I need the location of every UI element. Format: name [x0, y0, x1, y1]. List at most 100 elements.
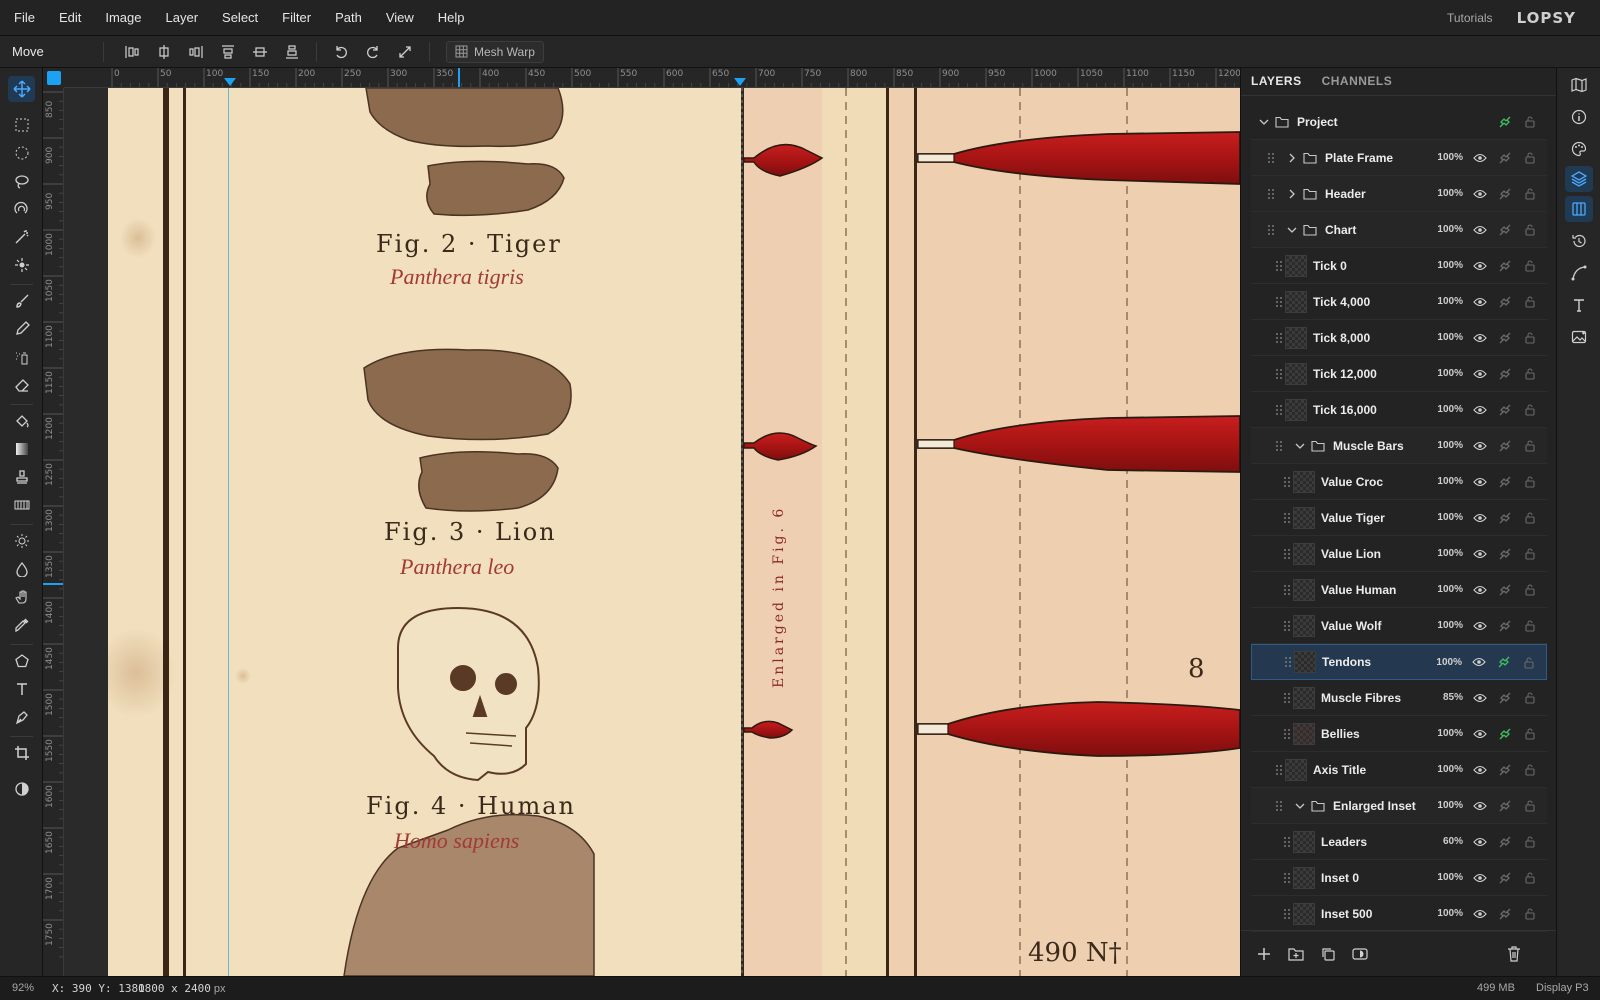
layer-opacity[interactable]: 100% — [1437, 332, 1463, 343]
lock-icon[interactable] — [1523, 403, 1537, 417]
color-swatch[interactable] — [47, 71, 61, 85]
info-icon[interactable] — [1565, 104, 1593, 130]
link-icon[interactable] — [1498, 871, 1512, 885]
link-icon[interactable] — [1498, 331, 1512, 345]
eye-icon[interactable] — [1473, 187, 1487, 201]
horizontal-ruler[interactable] — [64, 68, 1240, 88]
lock-icon[interactable] — [1523, 763, 1537, 777]
eye-icon[interactable] — [1473, 871, 1487, 885]
layer-opacity[interactable]: 100% — [1437, 512, 1463, 523]
link-icon[interactable] — [1498, 115, 1512, 129]
layer-group-row[interactable]: Project — [1251, 104, 1547, 140]
lock-icon[interactable] — [1523, 835, 1537, 849]
new-group-icon[interactable] — [1287, 945, 1305, 963]
layer-opacity[interactable]: 100% — [1437, 584, 1463, 595]
layer-opacity[interactable]: 100% — [1437, 728, 1463, 739]
palette-icon[interactable] — [1565, 136, 1593, 162]
contrast-icon[interactable] — [8, 776, 35, 802]
link-icon[interactable] — [1498, 439, 1512, 453]
layer-opacity[interactable]: 100% — [1437, 368, 1463, 379]
align-center-h-icon[interactable] — [148, 40, 180, 64]
layer-opacity[interactable]: 100% — [1437, 404, 1463, 415]
image-adjust-icon[interactable] — [1565, 324, 1593, 350]
drag-handle-icon[interactable] — [1275, 440, 1283, 452]
align-left-icon[interactable] — [116, 40, 148, 64]
eye-icon[interactable] — [1473, 763, 1487, 777]
eye-icon[interactable] — [1473, 835, 1487, 849]
eyedropper-icon[interactable] — [8, 612, 35, 638]
menu-edit[interactable]: Edit — [47, 0, 93, 36]
canvas-area[interactable]: Fig. 2 · Tiger Panthera tigris Fig. 3 · … — [64, 88, 1240, 976]
menu-filter[interactable]: Filter — [270, 0, 323, 36]
layer-opacity[interactable]: 100% — [1437, 764, 1463, 775]
eye-icon[interactable] — [1473, 331, 1487, 345]
menu-layer[interactable]: Layer — [154, 0, 211, 36]
layer-row[interactable]: Leaders 60% — [1251, 824, 1547, 860]
duplicate-icon[interactable] — [1319, 945, 1337, 963]
zoom-level[interactable]: 92% — [12, 982, 34, 994]
link-icon[interactable] — [1498, 187, 1512, 201]
path-curve-icon[interactable] — [1565, 260, 1593, 286]
link-icon[interactable] — [1498, 151, 1512, 165]
dodge-icon[interactable] — [8, 528, 35, 554]
eye-icon[interactable] — [1473, 799, 1487, 813]
layer-row[interactable]: Muscle Fibres 85% — [1251, 680, 1547, 716]
layer-opacity[interactable]: 100% — [1437, 620, 1463, 631]
tab-channels[interactable]: CHANNELS — [1312, 74, 1403, 95]
layer-opacity[interactable]: 100% — [1437, 152, 1463, 163]
lasso-icon[interactable] — [8, 168, 35, 194]
chevron-down-icon[interactable] — [1259, 117, 1269, 127]
eye-icon[interactable] — [1472, 655, 1486, 669]
layer-row[interactable]: Tick 0 100% — [1251, 248, 1547, 284]
eye-icon[interactable] — [1473, 691, 1487, 705]
pattern-icon[interactable] — [8, 492, 35, 518]
eye-icon[interactable] — [1473, 295, 1487, 309]
link-icon[interactable] — [1498, 691, 1512, 705]
layer-row[interactable]: Value Wolf 100% — [1251, 608, 1547, 644]
drag-handle-icon[interactable] — [1283, 728, 1291, 740]
layer-row[interactable]: Value Human 100% — [1251, 572, 1547, 608]
history-icon[interactable] — [1565, 228, 1593, 254]
eye-icon[interactable] — [1473, 547, 1487, 561]
text-tool-icon[interactable] — [8, 676, 35, 702]
eye-icon[interactable] — [1473, 475, 1487, 489]
expand-icon[interactable] — [389, 40, 421, 64]
lock-icon[interactable] — [1523, 511, 1537, 525]
layer-row[interactable]: Value Croc 100% — [1251, 464, 1547, 500]
lock-icon[interactable] — [1522, 655, 1536, 669]
chevron-down-icon[interactable] — [1295, 441, 1305, 451]
chevron-down-icon[interactable] — [1287, 225, 1297, 235]
lock-icon[interactable] — [1523, 187, 1537, 201]
magic-wand-icon[interactable] — [8, 224, 35, 250]
drag-handle-icon[interactable] — [1275, 800, 1283, 812]
layer-opacity[interactable]: 100% — [1436, 657, 1462, 668]
layer-opacity[interactable]: 100% — [1437, 224, 1463, 235]
eye-icon[interactable] — [1473, 367, 1487, 381]
layer-row[interactable]: Value Lion 100% — [1251, 536, 1547, 572]
menu-path[interactable]: Path — [323, 0, 374, 36]
lock-icon[interactable] — [1523, 619, 1537, 633]
layer-row[interactable]: Tendons 100% — [1251, 644, 1547, 680]
hand-icon[interactable] — [8, 584, 35, 610]
link-icon[interactable] — [1498, 619, 1512, 633]
layers-icon[interactable] — [1565, 166, 1593, 192]
layer-opacity[interactable]: 100% — [1437, 476, 1463, 487]
drag-handle-icon[interactable] — [1283, 548, 1291, 560]
layer-opacity[interactable]: 100% — [1437, 260, 1463, 271]
drag-handle-icon[interactable] — [1275, 404, 1283, 416]
menu-image[interactable]: Image — [93, 0, 153, 36]
eye-icon[interactable] — [1473, 907, 1487, 921]
eye-icon[interactable] — [1473, 223, 1487, 237]
eye-icon[interactable] — [1473, 439, 1487, 453]
layer-opacity[interactable]: 100% — [1437, 908, 1463, 919]
layer-group-row[interactable]: Chart 100% — [1251, 212, 1547, 248]
link-icon[interactable] — [1498, 475, 1512, 489]
link-icon[interactable] — [1498, 223, 1512, 237]
move-tool-icon[interactable] — [8, 76, 35, 102]
tutorials-link[interactable]: Tutorials — [1447, 11, 1493, 25]
lock-icon[interactable] — [1523, 331, 1537, 345]
tab-layers[interactable]: LAYERS — [1241, 74, 1312, 95]
magnetic-lasso-icon[interactable] — [8, 196, 35, 222]
link-icon[interactable] — [1498, 583, 1512, 597]
drag-handle-icon[interactable] — [1267, 188, 1275, 200]
